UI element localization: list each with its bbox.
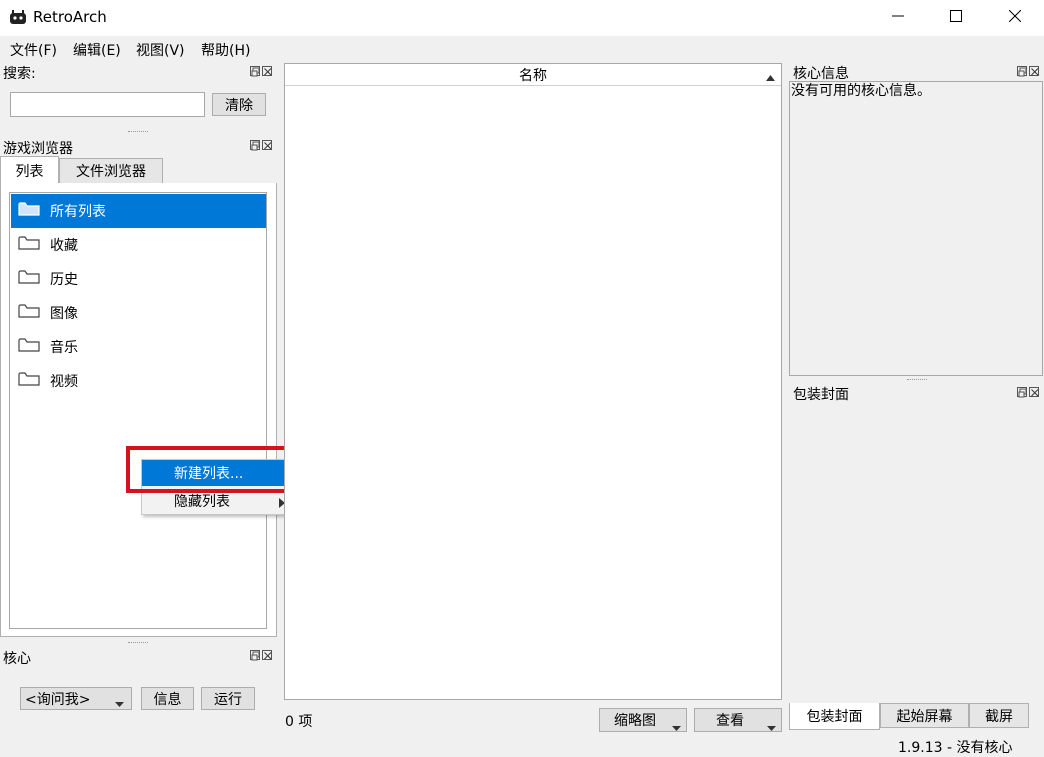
folder-icon bbox=[18, 201, 40, 221]
float-icon[interactable] bbox=[250, 650, 260, 661]
list-item[interactable]: 历史 bbox=[11, 262, 266, 296]
search-dock-title: 搜索: bbox=[3, 66, 36, 82]
list-item[interactable]: 图像 bbox=[11, 296, 266, 330]
window-title: RetroArch bbox=[33, 8, 107, 26]
view-select-value: 查看 bbox=[716, 713, 744, 729]
core-info-dock-controls bbox=[1017, 66, 1039, 77]
float-icon[interactable] bbox=[250, 140, 260, 151]
menu-view[interactable]: 视图(V) bbox=[136, 40, 185, 60]
cover-dock-title: 包装封面 bbox=[793, 387, 849, 403]
search-input[interactable] bbox=[10, 92, 205, 117]
browser-dock-title: 游戏浏览器 bbox=[3, 141, 73, 157]
close-icon[interactable] bbox=[1029, 66, 1039, 76]
dock-resize-handle[interactable] bbox=[128, 131, 148, 132]
tab-file-browser[interactable]: 文件浏览器 bbox=[59, 158, 163, 184]
float-icon[interactable] bbox=[1017, 66, 1027, 77]
info-button[interactable]: 信息 bbox=[141, 687, 194, 710]
list-item-label: 图像 bbox=[50, 306, 78, 322]
folder-icon bbox=[18, 269, 40, 289]
folder-icon bbox=[18, 337, 40, 357]
list-item-label: 视频 bbox=[50, 374, 78, 390]
close-icon bbox=[1008, 9, 1022, 26]
thumbnail-select[interactable]: 缩略图 bbox=[599, 708, 687, 732]
column-header-label: 名称 bbox=[519, 67, 547, 84]
float-icon[interactable] bbox=[250, 66, 260, 77]
thumbnail-select-value: 缩略图 bbox=[614, 713, 656, 729]
minimize-icon bbox=[892, 10, 904, 26]
close-button[interactable] bbox=[986, 0, 1044, 36]
cover-dock-controls bbox=[1017, 387, 1039, 398]
close-icon[interactable] bbox=[262, 650, 272, 660]
list-item-label: 收藏 bbox=[50, 238, 78, 254]
dock-resize-handle[interactable] bbox=[907, 379, 927, 380]
core-select[interactable]: <询问我> bbox=[20, 687, 132, 710]
close-icon[interactable] bbox=[262, 140, 272, 150]
tab-title-screen[interactable]: 起始屏幕 bbox=[880, 703, 969, 728]
tab-list[interactable]: 列表 bbox=[0, 156, 59, 184]
retroarch-logo-icon bbox=[9, 9, 27, 27]
highlight-box bbox=[126, 446, 305, 493]
column-header-name[interactable]: 名称 bbox=[285, 64, 781, 86]
folder-icon bbox=[18, 235, 40, 255]
tab-box-art[interactable]: 包装封面 bbox=[789, 703, 880, 730]
menu-edit[interactable]: 编辑(E) bbox=[73, 40, 121, 60]
core-dock-title: 核心 bbox=[3, 651, 31, 667]
item-count: 0 项 bbox=[285, 714, 313, 730]
float-icon[interactable] bbox=[1017, 387, 1027, 398]
list-item[interactable]: 所有列表 bbox=[11, 194, 266, 228]
browser-dock-controls bbox=[250, 140, 272, 151]
chevron-down-icon bbox=[115, 696, 124, 712]
sort-ascending-icon bbox=[766, 69, 775, 85]
search-dock-controls bbox=[250, 66, 272, 77]
list-item[interactable]: 视频 bbox=[11, 364, 266, 398]
folder-icon bbox=[18, 371, 40, 391]
list-item[interactable]: 收藏 bbox=[11, 228, 266, 262]
close-icon[interactable] bbox=[262, 66, 272, 76]
menu-help[interactable]: 帮助(H) bbox=[201, 40, 250, 60]
core-dock-controls bbox=[250, 650, 272, 661]
clear-button[interactable]: 清除 bbox=[212, 93, 266, 116]
maximize-icon bbox=[950, 10, 962, 26]
core-info-panel bbox=[789, 81, 1043, 376]
close-icon[interactable] bbox=[1029, 387, 1039, 397]
tab-screenshot[interactable]: 截屏 bbox=[969, 703, 1029, 728]
list-item-label: 历史 bbox=[50, 272, 78, 288]
list-item-label: 音乐 bbox=[50, 340, 78, 356]
run-button[interactable]: 运行 bbox=[201, 687, 255, 710]
maximize-button[interactable] bbox=[927, 0, 985, 36]
list-item-label: 所有列表 bbox=[50, 204, 106, 220]
dock-resize-handle[interactable] bbox=[128, 642, 148, 643]
list-item[interactable]: 音乐 bbox=[11, 330, 266, 364]
minimize-button[interactable] bbox=[869, 0, 927, 36]
game-table[interactable] bbox=[284, 63, 782, 700]
chevron-down-icon bbox=[767, 720, 776, 736]
core-info-text: 没有可用的核心信息。 bbox=[791, 83, 931, 99]
chevron-down-icon bbox=[672, 720, 681, 736]
view-select[interactable]: 查看 bbox=[694, 708, 782, 732]
menu-file[interactable]: 文件(F) bbox=[10, 40, 57, 60]
status-text: 1.9.13 - 没有核心 bbox=[898, 740, 1013, 756]
folder-icon bbox=[18, 303, 40, 323]
core-select-value: <询问我> bbox=[25, 691, 91, 708]
